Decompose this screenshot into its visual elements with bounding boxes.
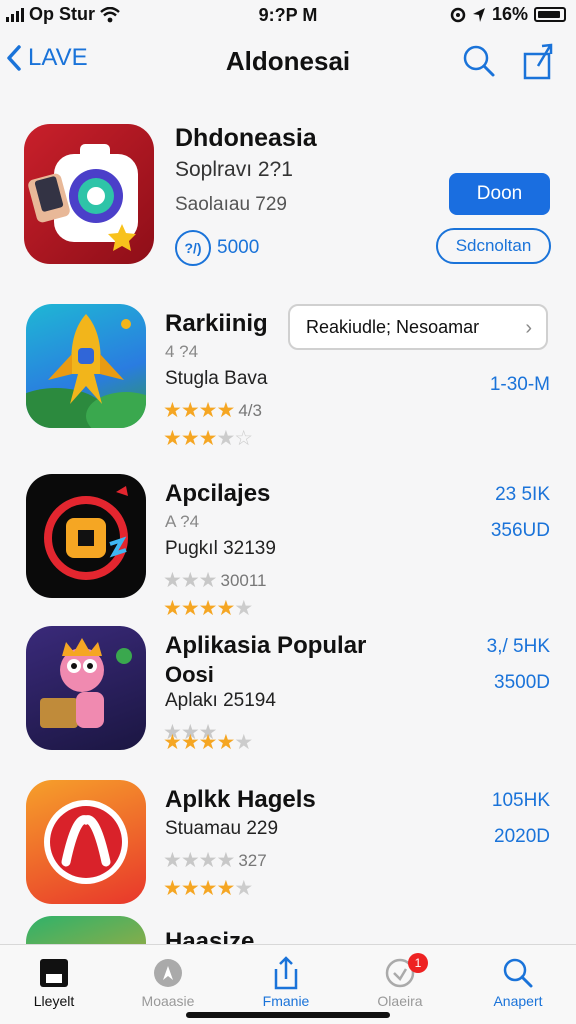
tab-chat[interactable]: 1 Olaeira (352, 953, 448, 1009)
featured-app-icon[interactable] (24, 124, 154, 264)
tab-label: Lleyelt (33, 993, 75, 1009)
tab-label: Moaasie (141, 993, 195, 1009)
notification-badge: 1 (408, 953, 428, 973)
list-item[interactable]: Aplkk Hagels Stuamau 229 ★★★★ 327 ★★★★★ 1… (0, 780, 576, 920)
rating-stars-secondary: ★★★★★ (163, 596, 253, 621)
ring-artwork (44, 486, 128, 580)
tab-label: Olaeira (377, 993, 423, 1009)
tab-label: Fmanie (262, 993, 310, 1009)
star-icons: ★★★★★ (163, 877, 253, 900)
lock-rotation-icon (450, 7, 466, 22)
search-icon[interactable] (462, 44, 496, 78)
featured-subtitle: Soplravı 2?1 (175, 158, 293, 181)
rating-stars: ★★★★ 327 (163, 848, 267, 873)
location-icon (472, 7, 485, 22)
tab-share[interactable]: Fmanie (238, 953, 334, 1009)
app-size: 23 5IK (495, 484, 550, 505)
featured-rating: ?/) 5000 (175, 230, 259, 266)
home-indicator[interactable] (186, 1012, 390, 1018)
list-item[interactable]: Aplikasia Popular Oosi Aplakı 25194 ★★★ … (0, 626, 576, 766)
star-icons: ★★★★★ (163, 731, 253, 754)
battery-icon (534, 7, 566, 22)
app-icon (26, 626, 146, 750)
tab-discover[interactable]: Moaasie (120, 953, 216, 1009)
rating-stars: ★★★★ 4/3 (163, 398, 262, 423)
app-meta: A ?4 (165, 512, 200, 531)
rating-note: 327 (238, 850, 267, 870)
tab-search[interactable]: Anapert (470, 953, 566, 1009)
app-subname: Oosi (165, 662, 214, 687)
list-item[interactable]: Haasize (0, 916, 576, 944)
star-icons: ★★★★ (163, 849, 235, 872)
app-icon (26, 474, 146, 598)
app-name: Aplikasia Popular (165, 632, 367, 659)
app-meta: 4 ?4 (165, 342, 199, 361)
featured-title: Dhdoneasia (175, 124, 317, 152)
star-icons: ★★★ (163, 569, 217, 592)
app-developer: Stugla Bava (165, 368, 268, 389)
list-item[interactable]: Apcilajes A ?4 Pugkıl 32139 ★★★ 30011 ★★★… (0, 474, 576, 620)
rating-stars-secondary: ★★★★★ (163, 876, 253, 901)
rating-badge: ?/) (175, 230, 211, 266)
rocket-artwork (26, 314, 146, 428)
app-developer: Aplakı 25194 (165, 690, 276, 711)
app-icon (26, 916, 146, 944)
home-icon (40, 959, 68, 987)
app-logo-artwork (44, 800, 128, 884)
open-button[interactable]: Doon (449, 173, 550, 215)
compass-icon (154, 959, 182, 987)
app-price: 356UD (490, 520, 550, 541)
chevron-right-icon: › (525, 317, 532, 339)
tab-label: Anapert (493, 993, 543, 1009)
search-icon (503, 958, 533, 988)
rating-count: 5000 (217, 237, 260, 258)
featured-meta: Saolaıau 729 (175, 194, 287, 215)
category-label: Reakiudle; Nesoamar (306, 316, 480, 337)
app-name: Rarkiinig (165, 310, 268, 337)
share-icon (274, 956, 298, 990)
rating-stars-secondary: ★★★★★ (163, 730, 253, 755)
battery-percent: 16% (491, 4, 528, 24)
rating-note: 30011 (220, 570, 267, 590)
share-icon[interactable] (522, 42, 554, 80)
app-name: Haasize (165, 928, 255, 944)
star-icons: ★★★★☆ (163, 427, 253, 450)
app-developer: Pugkıl 32139 (165, 538, 276, 559)
app-size: 1-30-M (489, 374, 550, 395)
category-selector[interactable]: Reakiudle; Nesoamar › (288, 304, 548, 350)
app-price: 3500D (494, 672, 550, 693)
secondary-button[interactable]: Sdcnoltan (436, 228, 551, 264)
app-price: 2020D (494, 826, 550, 847)
nav-bar: LAVE Aldonesai (0, 38, 576, 88)
app-name: Apcilajes (165, 480, 271, 507)
rating-stars-secondary: ★★★★☆ (163, 426, 253, 451)
app-size: 3,/ 5HK (486, 636, 550, 657)
app-size: 105HK (491, 790, 550, 811)
app-developer: Stuamau 229 (165, 818, 279, 839)
featured-app: Dhdoneasia Soplravı 2?1 Saolaıau 729 ?/)… (0, 118, 576, 278)
camera-app-artwork (28, 144, 138, 251)
status-right: 16% (450, 4, 566, 25)
character-artwork (40, 638, 132, 728)
star-icons: ★★★★★ (163, 597, 253, 620)
app-name: Aplkk Hagels (165, 786, 316, 813)
rating-note: 4/3 (238, 400, 262, 420)
rating-stars: ★★★ 30011 (163, 568, 267, 593)
app-icon (26, 780, 146, 904)
star-icons: ★★★★ (163, 399, 235, 422)
app-icon (26, 304, 146, 428)
status-bar: Op Stur 9:?P M 16% (0, 0, 576, 30)
tab-home[interactable]: Lleyelt (6, 953, 102, 1009)
